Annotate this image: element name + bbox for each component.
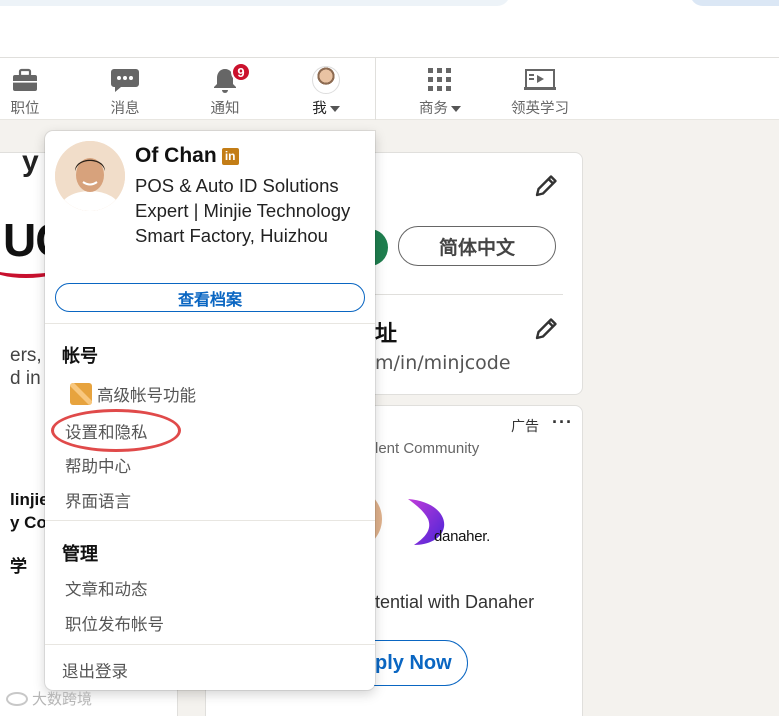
- menu-item-sign-out[interactable]: 退出登录: [62, 658, 128, 682]
- briefcase-icon: [9, 65, 41, 95]
- more-options-icon[interactable]: ···: [552, 412, 573, 433]
- account-section-title: 帐号: [62, 346, 98, 367]
- nav-separator: [375, 58, 376, 120]
- global-nav: 职位 消息 9 通知 我 商务 领英学习: [0, 58, 779, 120]
- menu-item-posts-activity[interactable]: 文章和动态: [65, 576, 148, 600]
- danaher-brand-text: danaher.: [434, 528, 490, 545]
- menu-item-language[interactable]: 界面语言: [65, 488, 131, 512]
- edit-pencil-icon[interactable]: [532, 172, 560, 200]
- view-profile-button[interactable]: 查看档案: [55, 283, 365, 312]
- caret-down-icon: [451, 106, 461, 112]
- manage-section-title: 管理: [62, 544, 98, 565]
- nav-label: 我: [312, 101, 327, 117]
- menu-divider: [45, 323, 375, 324]
- watermark-text: 大数跨境: [32, 690, 93, 708]
- apply-now-label[interactable]: ply Now: [375, 652, 452, 675]
- top-right-button[interactable]: [690, 0, 779, 6]
- public-url-value: m/in/minjcode: [375, 352, 511, 374]
- caret-down-icon: [329, 106, 340, 112]
- learning-icon: [524, 65, 556, 95]
- language-button[interactable]: 简体中文: [398, 226, 556, 266]
- profile-headline: POS & Auto ID Solutions Expert | Minjie …: [135, 175, 351, 246]
- me-dropdown-menu: Of Chan in POS & Auto ID Solutions Expert…: [45, 131, 375, 690]
- ad-label: 广告: [511, 419, 539, 435]
- profile-avatar[interactable]: [55, 141, 125, 211]
- nav-item-learning[interactable]: 领英学习: [506, 58, 574, 120]
- linkedin-premium-icon: in: [221, 148, 239, 165]
- premium-icon: [70, 383, 92, 405]
- menu-divider: [45, 644, 375, 645]
- watermark-logo-icon: [6, 692, 28, 706]
- nav-label: 职位: [10, 101, 40, 117]
- menu-item-help-center[interactable]: 帮助中心: [65, 453, 131, 477]
- profile-name[interactable]: Of Chan: [135, 144, 217, 167]
- top-bar: [0, 0, 779, 57]
- grid-icon: [424, 65, 456, 95]
- edit-pencil-icon[interactable]: [532, 315, 560, 343]
- menu-divider: [45, 520, 375, 521]
- nav-label: 消息: [110, 101, 140, 117]
- nav-label: 领英学习: [511, 101, 569, 117]
- nav-label: 商务: [419, 101, 448, 117]
- menu-item-label: 高级帐号功能: [97, 386, 196, 405]
- card-divider: [375, 294, 563, 295]
- experience-company: linjie: [10, 490, 49, 509]
- avatar: [310, 65, 342, 95]
- watermark: 大数跨境: [6, 688, 92, 709]
- ad-community-text: lent Community: [375, 440, 480, 457]
- highlight-annotation: [51, 409, 181, 452]
- ad-tagline: tential with Danaher: [375, 592, 535, 612]
- notification-badge: 9: [231, 62, 251, 82]
- nav-item-me[interactable]: 我: [305, 58, 347, 120]
- nav-item-business[interactable]: 商务: [413, 58, 467, 120]
- nav-item-notifications[interactable]: 9 通知: [204, 58, 251, 120]
- menu-item-premium[interactable]: 高级帐号功能: [67, 382, 196, 406]
- bell-icon: 9: [209, 62, 251, 95]
- nav-label: 通知: [210, 101, 240, 117]
- public-url-title: 址: [375, 322, 398, 347]
- education-label: 学: [10, 557, 27, 576]
- menu-item-job-posting-account[interactable]: 职位发布帐号: [65, 611, 164, 635]
- nav-item-jobs[interactable]: 职位: [4, 58, 46, 120]
- nav-item-messaging[interactable]: 消息: [104, 58, 146, 120]
- search-bar[interactable]: [0, 0, 510, 6]
- messaging-icon: [109, 65, 141, 95]
